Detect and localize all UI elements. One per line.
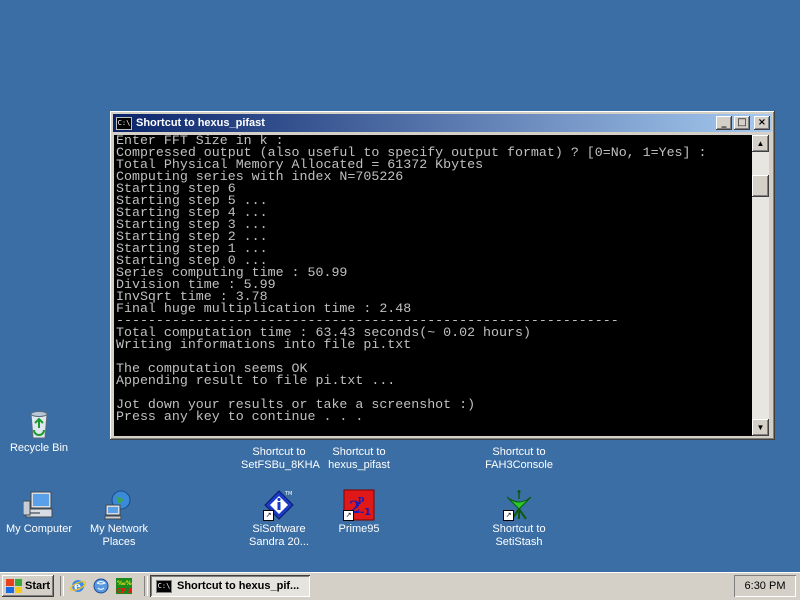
shortcut-arrow-icon: ↗: [263, 510, 274, 521]
internet-explorer-icon[interactable]: e: [70, 578, 86, 594]
scroll-thumb[interactable]: [752, 175, 769, 197]
desktop-icon-hexus-pifast[interactable]: Shortcut to hexus_pifast: [321, 444, 397, 472]
system-tray-clock[interactable]: 6:30 PM: [734, 575, 796, 597]
desktop-icon-recycle-bin[interactable]: Recycle Bin: [1, 408, 77, 455]
scroll-down-button[interactable]: ▼: [752, 419, 769, 436]
console-icon: C:\: [116, 116, 132, 130]
desktop-icon-label: My Computer: [5, 523, 73, 535]
desktop-icon-label: Prime95: [338, 523, 380, 535]
desktop-icon-fah3console[interactable]: Shortcut to FAH3Console: [481, 444, 557, 472]
maximize-button[interactable]: □: [734, 116, 750, 130]
window-titlebar[interactable]: C:\ Shortcut to hexus_pifast _ □ ×: [113, 114, 772, 132]
taskbar-item-hexus-pifast[interactable]: C:\ Shortcut to hexus_pif...: [150, 575, 310, 597]
show-desktop-icon[interactable]: [93, 578, 109, 594]
desktop-icon-my-computer[interactable]: My Computer: [1, 489, 77, 536]
windows-flag-icon: [6, 579, 22, 593]
cpu-monitor-icon[interactable]: ‰‰ CPU: [116, 578, 135, 595]
desktop-icon-label: Shortcut to hexus_pifast: [328, 446, 390, 471]
desktop-icon-sandra[interactable]: TM ↗ SiSoftware Sandra 20...: [241, 489, 317, 549]
desktop-icon-label: Recycle Bin: [9, 442, 69, 454]
svg-text:-1: -1: [360, 507, 371, 518]
start-label: Start: [25, 580, 51, 592]
console-line: Writing informations into file pi.txt: [116, 337, 412, 352]
svg-text:TM: TM: [284, 491, 292, 497]
shortcut-arrow-icon: ↗: [503, 510, 514, 521]
vertical-scrollbar[interactable]: ▲ ▼: [752, 135, 769, 436]
svg-text:p: p: [358, 495, 364, 505]
quicklaunch-separator: [60, 576, 64, 596]
console-icon: C:\: [156, 579, 172, 593]
svg-text:‰‰: ‰‰: [117, 580, 132, 587]
prime95-icon: 2 p -1 ↗: [343, 489, 375, 521]
window-title: Shortcut to hexus_pifast: [136, 117, 265, 129]
console-line: Press any key to continue . . .: [116, 409, 364, 424]
desktop-icon-label: My Network Places: [89, 523, 149, 548]
desktop-icon-label: Shortcut to SetFSBu_8KHA: [241, 446, 320, 471]
start-button[interactable]: Start: [2, 575, 54, 597]
taskbar: Start e ‰‰ CPU C:\ Shortcut to hexus_pif…: [0, 572, 800, 600]
shortcut-arrow-icon: ↗: [343, 510, 354, 521]
console-line: Appending result to file pi.txt ...: [116, 373, 396, 388]
console-output[interactable]: Enter FFT Size in k : Compressed output (…: [114, 135, 752, 436]
recycle-bin-icon: [23, 408, 55, 440]
desktop-icon-setistash[interactable]: ↗ Shortcut to SetiStash: [481, 489, 557, 549]
sandra-icon: TM ↗: [263, 489, 295, 521]
taskbar-item-label: Shortcut to hexus_pif...: [177, 580, 300, 592]
desktop-icon-prime95[interactable]: 2 p -1 ↗ Prime95: [321, 489, 397, 536]
console-window[interactable]: C:\ Shortcut to hexus_pifast _ □ × Enter…: [110, 111, 775, 440]
desktop-icon-network-places[interactable]: My Network Places: [81, 489, 157, 549]
seti-icon: ↗: [503, 489, 535, 521]
svg-text:CPU: CPU: [116, 587, 132, 594]
desktop-icon-label: Shortcut to FAH3Console: [485, 446, 553, 471]
console-text: Enter FFT Size in k : Compressed output (…: [114, 135, 752, 423]
scroll-up-button[interactable]: ▲: [752, 135, 769, 152]
desktop-icon-setfsb[interactable]: Shortcut to SetFSBu_8KHA: [241, 444, 320, 472]
tasks-separator: [144, 576, 148, 596]
close-button[interactable]: ×: [754, 116, 770, 130]
network-places-icon: [103, 489, 135, 521]
my-computer-icon: [22, 489, 55, 521]
desktop-icon-label: SiSoftware Sandra 20...: [249, 523, 309, 548]
minimize-button[interactable]: _: [716, 116, 732, 130]
desktop-icon-label: Shortcut to SetiStash: [492, 523, 546, 548]
